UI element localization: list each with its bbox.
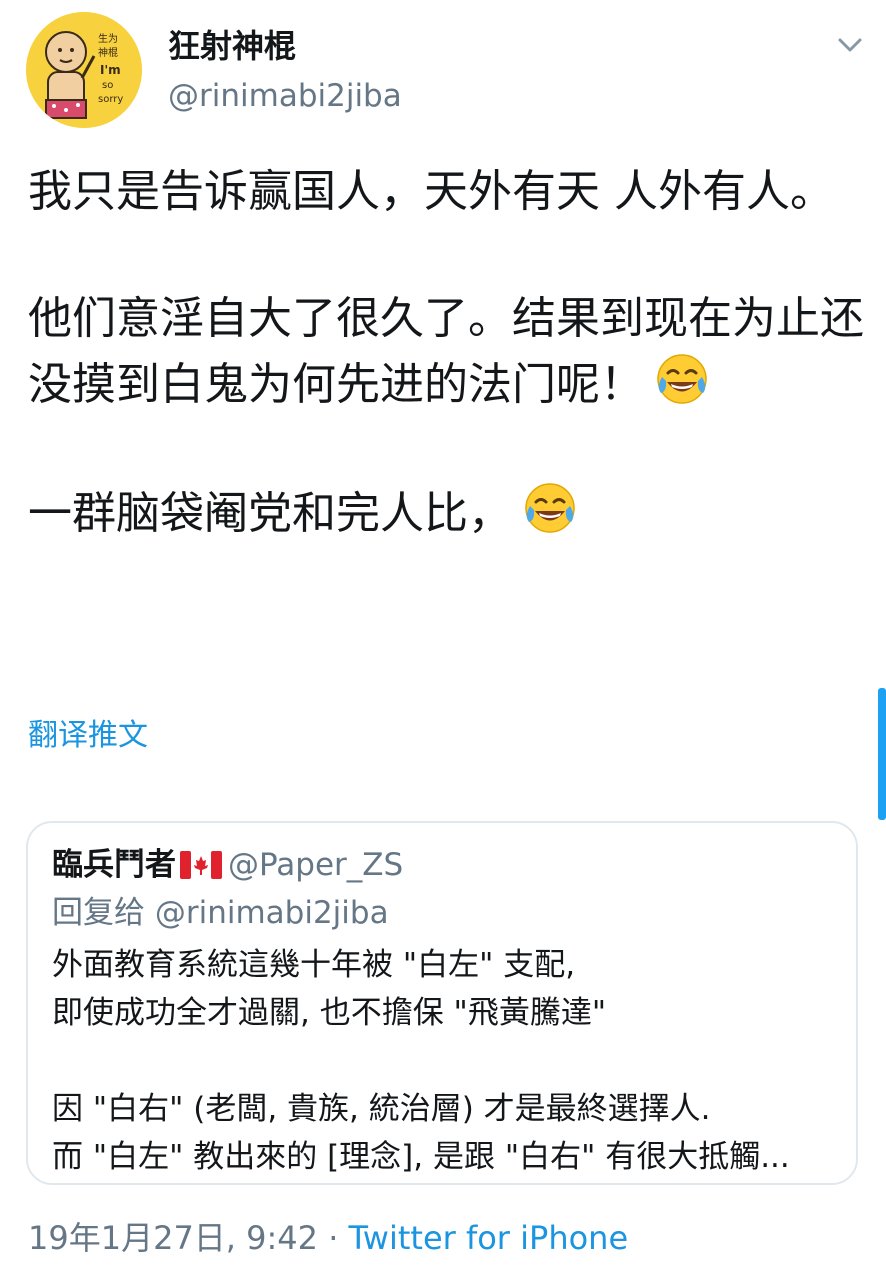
metadata-separator: · <box>318 1219 349 1257</box>
quoted-tweet-paragraph: 因 "白右" (老闆, 貴族, 統治層) 才是最終選擇人. 而 "白左" 教出來… <box>52 1085 842 1181</box>
tweet-header: 生为 神棍 I'm so sorry 狂射神棍 @rinimabi2jiba <box>0 0 886 140</box>
tweet-paragraph-text: 他们意淫自大了很久了。结果到现在为止还没摸到白鬼为何先进的法门呢！ <box>28 293 864 410</box>
reply-to-label: 回复给 @rinimabi2jiba <box>52 895 389 931</box>
tweet-paragraph-text: 一群脑袋阉党和完人比， <box>28 488 512 539</box>
quoted-author-handle: @Paper_ZS <box>228 847 404 883</box>
author-display-name[interactable]: 狂射神棍 <box>168 26 296 66</box>
tweet-timestamp[interactable]: 19年1月27日, 9:42 <box>28 1219 318 1257</box>
avatar-text-line-2: 神棍 <box>98 46 118 59</box>
avatar-text-line-3: I'm <box>100 63 121 77</box>
avatar-text-line-1: 生为 <box>98 32 118 45</box>
avatar-text-line-5: sorry <box>98 94 123 105</box>
quoted-tweet-line: 即使成功全才過關, 也不擔保 "飛黃騰達" <box>52 995 607 1031</box>
translate-tweet-link[interactable]: 翻译推文 <box>28 716 148 756</box>
tweet-source-link[interactable]: Twitter for iPhone <box>349 1219 629 1257</box>
tweet-metadata: 19年1月27日, 9:42 · Twitter for iPhone <box>28 1216 628 1260</box>
quoted-tweet-line: 而 "白左" 教出來的 [理念], 是跟 "白右" 有很大抵觸... <box>52 1139 790 1175</box>
face-with-tears-of-joy-icon <box>654 351 710 407</box>
quoted-author-display-name: 臨兵鬥者 <box>52 847 176 883</box>
face-with-tears-of-joy-icon <box>522 480 578 536</box>
quoted-tweet-line: 因 "白右" (老闆, 貴族, 統治層) 才是最終選擇人. <box>52 1091 711 1127</box>
tweet-paragraph-text: 我只是告诉赢国人，天外有天 人外有人。 <box>28 166 834 217</box>
author-handle[interactable]: @rinimabi2jiba <box>168 76 402 116</box>
avatar[interactable]: 生为 神棍 I'm so sorry <box>26 12 142 128</box>
canada-flag-icon <box>180 849 222 879</box>
chevron-down-icon[interactable] <box>832 30 868 60</box>
scroll-indicator[interactable] <box>878 688 886 820</box>
tweet-paragraph: 一群脑袋阉党和完人比， <box>28 480 868 546</box>
quoted-tweet-text: 外面教育系統這幾十年被 "白左" 支配, 即使成功全才過關, 也不擔保 "飛黃騰… <box>52 941 842 1229</box>
quoted-tweet-line: 外面教育系統這幾十年被 "白左" 支配, <box>52 947 576 983</box>
tweet-text: 我只是告诉赢国人，天外有天 人外有人。 他们意淫自大了很久了。结果到现在为止还没… <box>28 160 868 609</box>
avatar-illustration: 生为 神棍 I'm so sorry <box>26 12 142 128</box>
tweet-paragraph: 我只是告诉赢国人，天外有天 人外有人。 <box>28 160 868 224</box>
quoted-tweet-paragraph: 外面教育系統這幾十年被 "白左" 支配, 即使成功全才過關, 也不擔保 "飛黃騰… <box>52 941 842 1037</box>
avatar-text-line-4: so <box>102 80 113 91</box>
quoted-tweet-card[interactable]: 臨兵鬥者 @Paper_ZS 回复给 @rinimabi2jiba 外面教育系統… <box>26 821 858 1185</box>
tweet-paragraph: 他们意淫自大了很久了。结果到现在为止还没摸到白鬼为何先进的法门呢！ <box>28 287 868 417</box>
quoted-tweet-header: 臨兵鬥者 @Paper_ZS <box>52 845 403 885</box>
